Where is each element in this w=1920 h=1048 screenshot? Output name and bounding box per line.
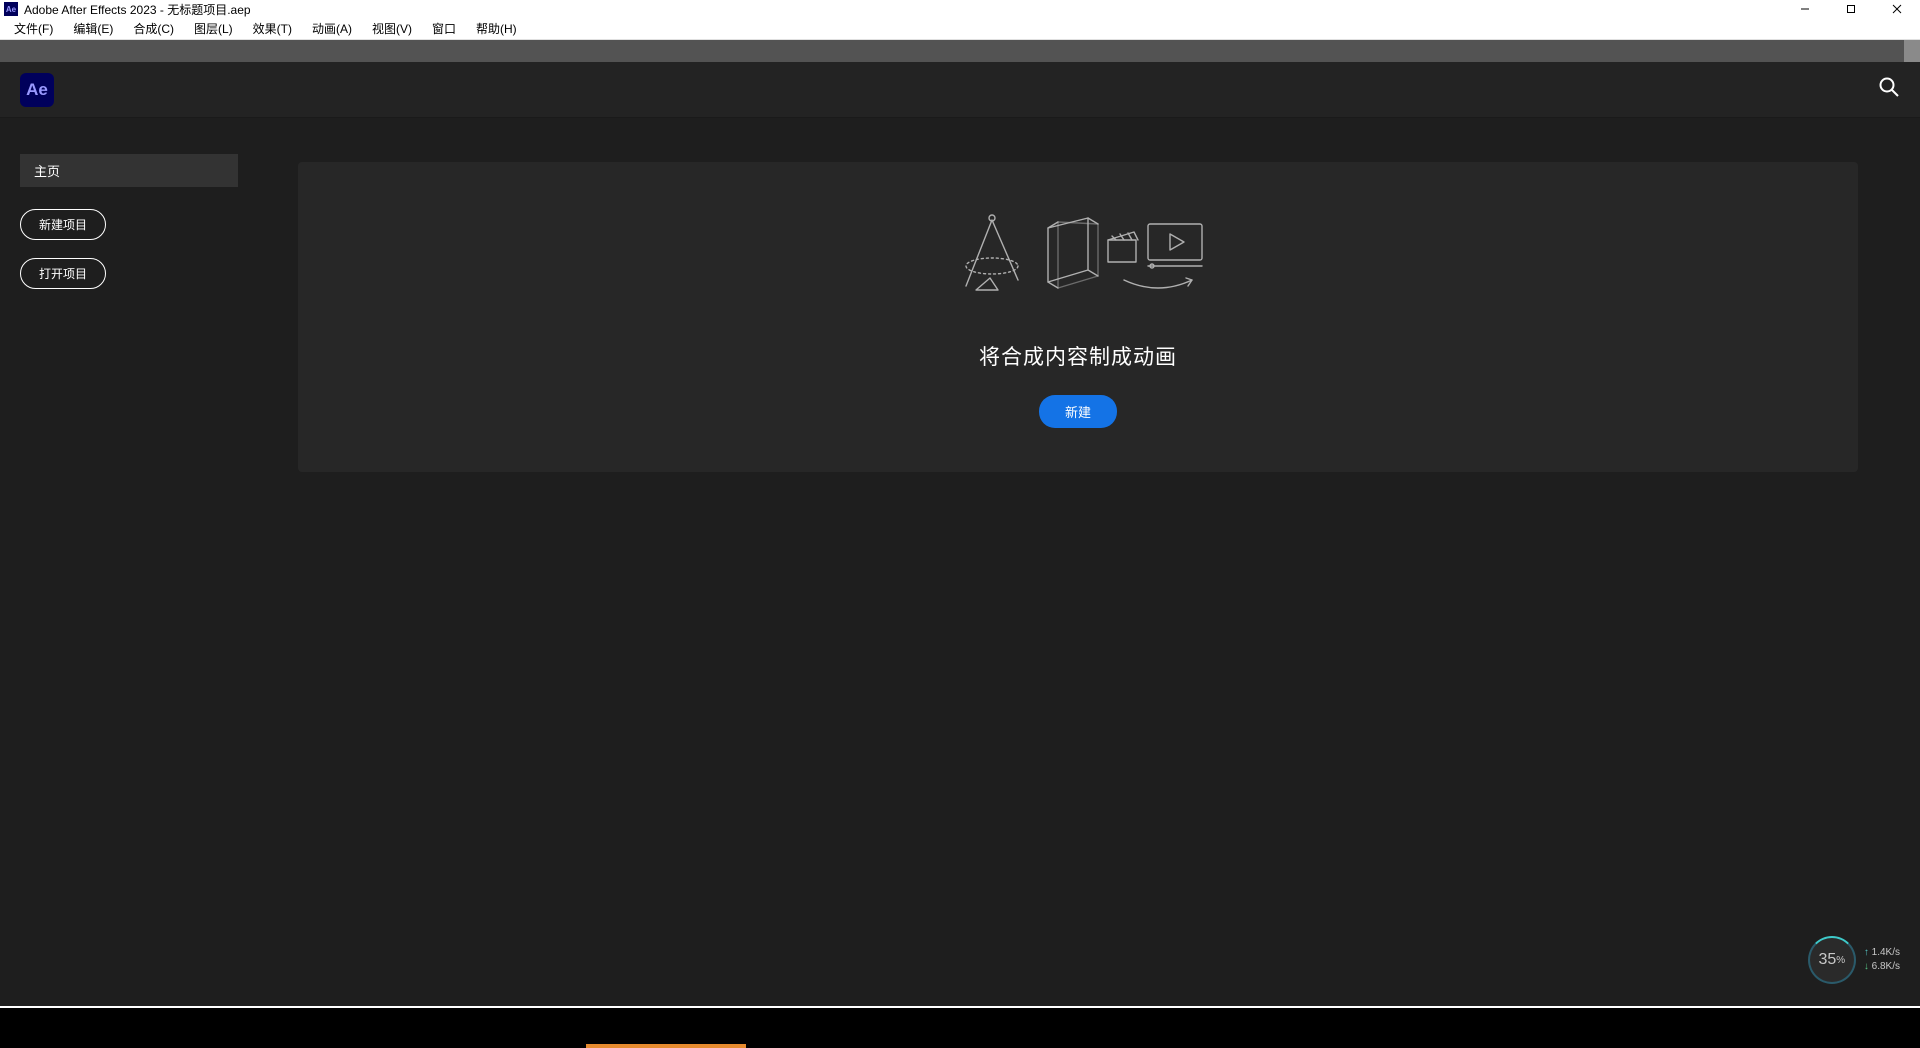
sidebar: 主页 新建项目 打开项目 (0, 154, 250, 1006)
cpu-percent-suffix: % (1836, 955, 1845, 966)
home-tab[interactable]: 主页 (20, 154, 238, 187)
new-project-button[interactable]: 新建项目 (20, 209, 106, 240)
menu-view[interactable]: 视图(V) (362, 18, 422, 39)
maximize-button[interactable] (1828, 0, 1874, 18)
menu-window[interactable]: 窗口 (422, 18, 466, 39)
menu-composition[interactable]: 合成(C) (123, 18, 184, 39)
menubar: 文件(F) 编辑(E) 合成(C) 图层(L) 效果(T) 动画(A) 视图(V… (0, 18, 1920, 40)
window-controls (1782, 0, 1920, 18)
content: 将合成内容制成动画 新建 (250, 154, 1920, 1006)
toolbar-strip (0, 40, 1920, 62)
menu-layer[interactable]: 图层(L) (184, 18, 243, 39)
workflow-illustration-icon (948, 210, 1208, 305)
minimize-button[interactable] (1782, 0, 1828, 18)
window-title: Adobe After Effects 2023 - 无标题项目.aep (24, 1, 251, 18)
new-button[interactable]: 新建 (1039, 395, 1117, 428)
app-header: Ae (0, 62, 1920, 118)
menu-help[interactable]: 帮助(H) (466, 18, 527, 39)
welcome-headline: 将合成内容制成动画 (979, 341, 1177, 371)
app-icon: Ae (4, 2, 18, 16)
menu-edit[interactable]: 编辑(E) (63, 18, 123, 39)
close-button[interactable] (1874, 0, 1920, 18)
welcome-card: 将合成内容制成动画 新建 (298, 162, 1858, 472)
menu-file[interactable]: 文件(F) (4, 18, 63, 39)
net-upload: 1.4K/s (1864, 946, 1900, 960)
menu-animation[interactable]: 动画(A) (302, 18, 362, 39)
taskbar (0, 1008, 1920, 1048)
toolbar-corner (1904, 40, 1920, 62)
menu-effect[interactable]: 效果(T) (243, 18, 302, 39)
taskbar-active-indicator (586, 1044, 746, 1048)
search-icon[interactable] (1878, 76, 1900, 104)
main-area: 主页 新建项目 打开项目 (0, 118, 1920, 1006)
network-widget: 35% 1.4K/s 6.8K/s (1808, 936, 1900, 984)
net-download: 6.8K/s (1864, 960, 1900, 974)
open-project-button[interactable]: 打开项目 (20, 258, 106, 289)
cpu-percent: 35 (1819, 951, 1837, 969)
ae-logo: Ae (20, 73, 54, 107)
net-stats: 1.4K/s 6.8K/s (1864, 946, 1900, 974)
cpu-usage-circle: 35% (1808, 936, 1856, 984)
titlebar: Ae Adobe After Effects 2023 - 无标题项目.aep (0, 0, 1920, 18)
